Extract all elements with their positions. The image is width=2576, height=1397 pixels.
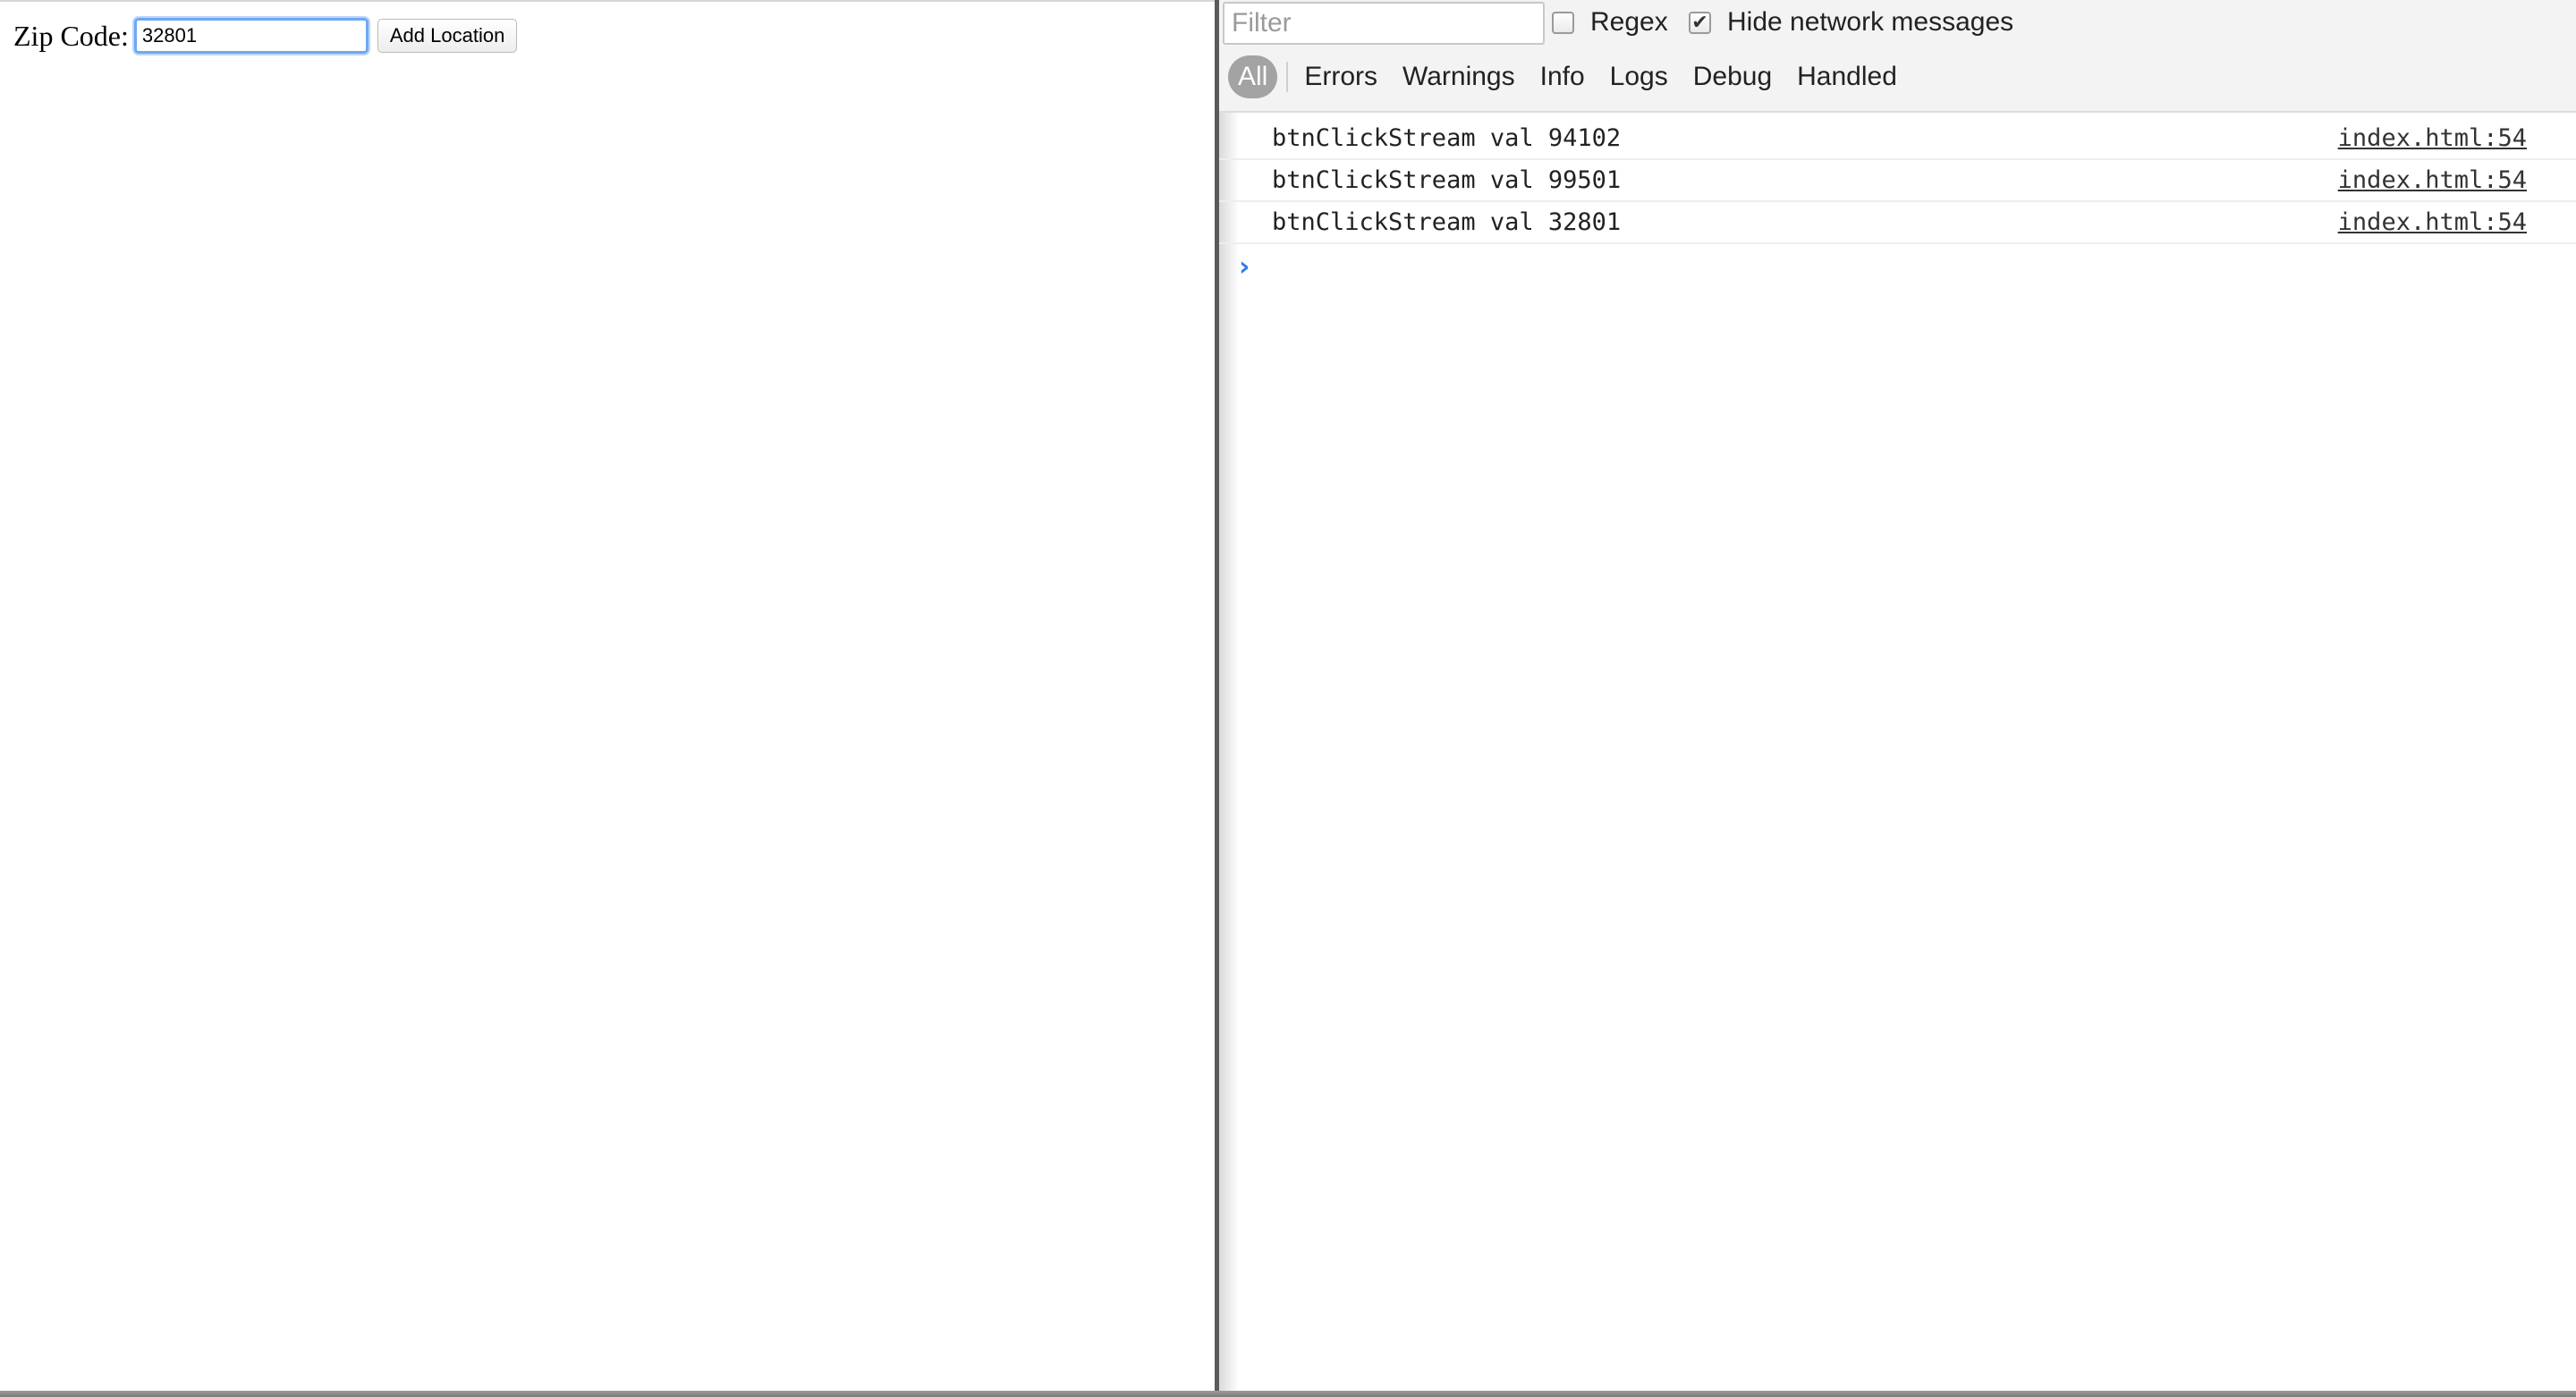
hide-network-label: Hide network messages xyxy=(1727,7,2014,37)
console-panel: Regex ✔ Hide network messages All Errors… xyxy=(1219,0,2576,1391)
level-warnings[interactable]: Warnings xyxy=(1390,55,1528,98)
hide-network-checkbox[interactable]: ✔ xyxy=(1689,11,1711,34)
console-message: btnClickStream val 94102 index.html:54 xyxy=(1219,118,2576,160)
page-viewport: Zip Code: Add Location xyxy=(0,0,1215,1391)
console-toolbar: Regex ✔ Hide network messages All Errors… xyxy=(1219,0,2576,113)
chevron-right-icon: › xyxy=(1239,250,1250,283)
zip-code-input[interactable] xyxy=(133,18,369,54)
level-errors[interactable]: Errors xyxy=(1292,55,1390,98)
console-messages: btnClickStream val 94102 index.html:54 b… xyxy=(1219,118,2576,289)
regex-checkbox[interactable] xyxy=(1552,11,1574,34)
console-prompt[interactable]: › xyxy=(1219,244,2576,289)
hide-network-option[interactable]: ✔ Hide network messages xyxy=(1689,7,2013,38)
level-divider xyxy=(1286,62,1289,92)
message-source-link[interactable]: index.html:54 xyxy=(2338,208,2527,236)
level-info[interactable]: Info xyxy=(1528,55,1597,98)
message-text: btnClickStream val 99501 xyxy=(1272,166,1622,194)
filter-input[interactable] xyxy=(1223,2,1545,45)
log-level-filters: All Errors Warnings Info Logs Debug Hand… xyxy=(1228,55,1910,98)
window-bottom-edge xyxy=(0,1391,2576,1397)
console-message: btnClickStream val 32801 index.html:54 xyxy=(1219,202,2576,244)
checkmark-icon: ✔ xyxy=(1691,11,1708,33)
regex-label: Regex xyxy=(1590,7,1668,37)
add-location-button[interactable]: Add Location xyxy=(377,19,518,53)
screen: Zip Code: Add Location Regex ✔ Hide netw… xyxy=(0,0,2576,1397)
zip-form: Zip Code: Add Location xyxy=(13,18,518,54)
regex-option[interactable]: Regex xyxy=(1552,7,1668,38)
message-source-link[interactable]: index.html:54 xyxy=(2338,166,2527,194)
message-source-link[interactable]: index.html:54 xyxy=(2338,124,2527,152)
level-debug[interactable]: Debug xyxy=(1681,55,1784,98)
level-logs[interactable]: Logs xyxy=(1597,55,1681,98)
message-text: btnClickStream val 94102 xyxy=(1272,124,1622,152)
level-handled[interactable]: Handled xyxy=(1784,55,1910,98)
zip-code-label: Zip Code: xyxy=(13,19,129,52)
console-message: btnClickStream val 99501 index.html:54 xyxy=(1219,160,2576,202)
message-text: btnClickStream val 32801 xyxy=(1272,208,1622,236)
level-all[interactable]: All xyxy=(1228,55,1278,98)
